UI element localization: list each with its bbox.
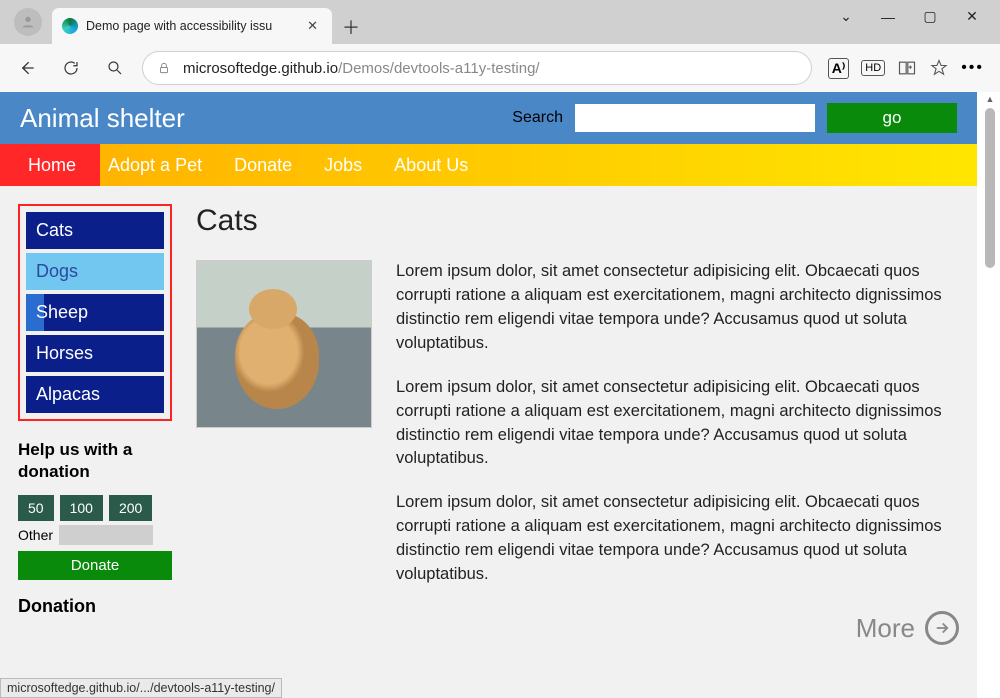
- nav-item-jobs[interactable]: Jobs: [308, 144, 378, 186]
- main-layout: Cats Dogs Sheep Horses Alpacas Help us w…: [0, 186, 977, 698]
- toolbar-actions: A⁾ HD •••: [822, 58, 990, 79]
- browser-tab[interactable]: Demo page with accessibility issu ✕: [52, 8, 332, 44]
- refresh-button[interactable]: [54, 51, 88, 85]
- article-title: Cats: [196, 204, 959, 238]
- amount-200-button[interactable]: 200: [109, 495, 152, 521]
- search-label: Search: [512, 109, 563, 127]
- chevron-down-icon[interactable]: ⌄: [836, 8, 856, 25]
- site-header: Animal shelter Search go: [0, 92, 977, 144]
- nav-item-donate[interactable]: Donate: [218, 144, 308, 186]
- article-body: Lorem ipsum dolor, sit amet consectetur …: [196, 260, 959, 645]
- nav-item-home[interactable]: Home: [0, 144, 92, 186]
- donation-help-title: Help us with a donation: [18, 439, 172, 483]
- other-label: Other: [18, 527, 53, 543]
- minimize-icon[interactable]: —: [878, 9, 898, 25]
- new-tab-button[interactable]: ＋: [342, 14, 360, 40]
- more-label: More: [856, 613, 915, 644]
- refresh-icon: [62, 59, 80, 77]
- go-button[interactable]: go: [827, 103, 957, 133]
- browser-toolbar: microsoftedge.github.io/Demos/devtools-a…: [0, 44, 1000, 92]
- paragraph-3: Lorem ipsum dolor, sit amet consectetur …: [396, 491, 959, 587]
- arrow-left-icon: [17, 58, 37, 78]
- read-aloud-icon[interactable]: A⁾: [828, 58, 850, 79]
- back-button[interactable]: [10, 51, 44, 85]
- article-text: Lorem ipsum dolor, sit amet consectetur …: [396, 260, 959, 645]
- hd-icon[interactable]: HD: [861, 60, 885, 76]
- window-title-bar: Demo page with accessibility issu ✕ ＋ ⌄ …: [0, 0, 1000, 44]
- search-button[interactable]: [98, 51, 132, 85]
- more-link[interactable]: More: [856, 611, 959, 645]
- other-amount-input[interactable]: [59, 525, 153, 545]
- address-bar[interactable]: microsoftedge.github.io/Demos/devtools-a…: [142, 51, 812, 85]
- profile-avatar[interactable]: [14, 8, 42, 36]
- article: Cats Lorem ipsum dolor, sit amet consect…: [196, 204, 959, 698]
- sidebar-item-dogs[interactable]: Dogs: [26, 253, 164, 290]
- close-tab-icon[interactable]: ✕: [303, 18, 322, 34]
- paragraph-1: Lorem ipsum dolor, sit amet consectetur …: [396, 260, 959, 356]
- donation-heading: Donation: [18, 596, 172, 617]
- main-nav: Home Adopt a Pet Donate Jobs About Us: [0, 144, 977, 186]
- sidebar-item-cats[interactable]: Cats: [26, 212, 164, 249]
- sidebar-item-horses[interactable]: Horses: [26, 335, 164, 372]
- person-icon: [20, 14, 36, 30]
- edge-icon: [62, 18, 78, 34]
- search-form: Search go: [512, 103, 957, 133]
- status-bar: microsoftedge.github.io/.../devtools-a11…: [0, 678, 282, 698]
- more-menu-icon[interactable]: •••: [961, 59, 984, 77]
- sidebar-item-alpacas[interactable]: Alpacas: [26, 376, 164, 413]
- favorite-icon[interactable]: [929, 58, 949, 78]
- nav-item-adopt[interactable]: Adopt a Pet: [92, 144, 218, 186]
- window-controls: ⌄ — ▢ ✕: [836, 0, 1000, 25]
- sidebar: Cats Dogs Sheep Horses Alpacas Help us w…: [18, 204, 172, 698]
- site-title: Animal shelter: [20, 103, 185, 134]
- viewport: Animal shelter Search go Home Adopt a Pe…: [0, 92, 1000, 698]
- url-text: microsoftedge.github.io/Demos/devtools-a…: [183, 60, 540, 77]
- donation-amounts: 50 100 200: [18, 495, 172, 521]
- lock-icon: [157, 61, 171, 75]
- cat-illustration: [235, 313, 319, 409]
- scroll-thumb[interactable]: [985, 108, 995, 268]
- page-content: Animal shelter Search go Home Adopt a Pe…: [0, 92, 977, 698]
- sidebar-item-sheep[interactable]: Sheep: [26, 294, 164, 331]
- sidebar-nav: Cats Dogs Sheep Horses Alpacas: [18, 204, 172, 421]
- paragraph-2: Lorem ipsum dolor, sit amet consectetur …: [396, 376, 959, 472]
- search-icon: [106, 59, 124, 77]
- donate-button[interactable]: Donate: [18, 551, 172, 580]
- scroll-up-icon[interactable]: ▲: [986, 92, 995, 106]
- cat-image: [196, 260, 372, 428]
- tab-title: Demo page with accessibility issu: [86, 19, 295, 33]
- amount-50-button[interactable]: 50: [18, 495, 54, 521]
- search-input[interactable]: [575, 104, 815, 132]
- scrollbar[interactable]: ▲: [982, 92, 998, 698]
- amount-100-button[interactable]: 100: [60, 495, 103, 521]
- reader-icon[interactable]: [897, 58, 917, 78]
- other-amount-row: Other: [18, 525, 172, 545]
- nav-item-about[interactable]: About Us: [378, 144, 484, 186]
- arrow-right-circle-icon: [925, 611, 959, 645]
- close-window-icon[interactable]: ✕: [962, 8, 982, 25]
- maximize-icon[interactable]: ▢: [920, 8, 940, 25]
